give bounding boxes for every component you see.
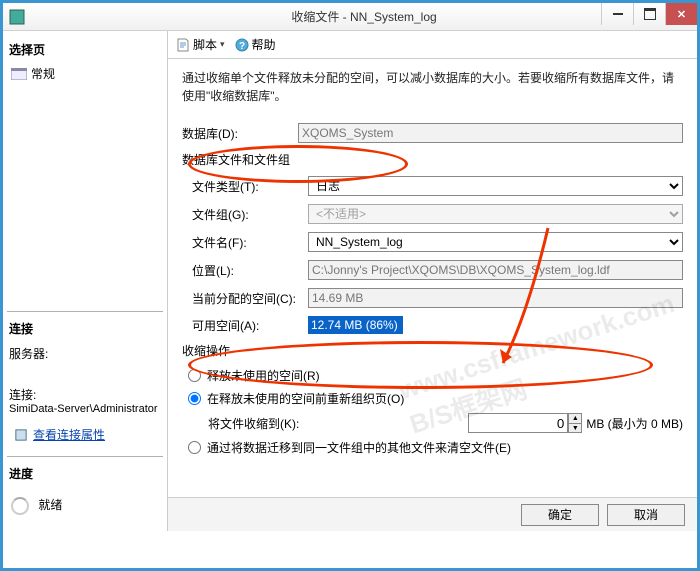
filename-select[interactable]: NN_System_log	[308, 232, 683, 252]
release-space-radio[interactable]	[188, 369, 201, 382]
titlebar: 收缩文件 - NN_System_log ✕	[3, 3, 697, 31]
sidebar-item-general[interactable]: 常规	[7, 62, 163, 85]
minimize-button[interactable]	[601, 3, 633, 25]
status-ready: 就绪	[38, 498, 62, 512]
filetype-select[interactable]: 日志	[308, 176, 683, 196]
script-label: 脚本	[193, 36, 217, 53]
help-icon: ?	[235, 38, 249, 52]
allocated-field	[308, 288, 683, 308]
toolbar: 脚本 ▾ ? 帮助	[168, 31, 697, 59]
description-text: 通过收缩单个文件释放未分配的空间，可以减小数据库的大小。若要收缩所有数据库文件，…	[182, 69, 683, 105]
filegroup-heading: 数据库文件和文件组	[182, 151, 683, 168]
shrinkto-unit: MB (最小为 0 MB)	[586, 415, 683, 432]
select-page-heading: 选择页	[7, 37, 163, 62]
window-title: 收缩文件 - NN_System_log	[31, 8, 697, 25]
app-icon	[9, 9, 25, 25]
filename-label: 文件名(F):	[192, 234, 308, 251]
shrinkto-label: 将文件收缩到(K):	[208, 415, 338, 432]
help-label: 帮助	[252, 36, 276, 53]
filegroup-label: 文件组(G):	[192, 206, 308, 223]
view-connection-props-link[interactable]: 查看连接属性	[33, 426, 105, 443]
empty-file-radio[interactable]	[188, 441, 201, 454]
connection-heading: 连接	[7, 316, 163, 341]
database-field	[298, 123, 683, 143]
help-button[interactable]: ? 帮助	[235, 36, 276, 53]
reorganize-radio[interactable]	[188, 392, 201, 405]
stepper-icon[interactable]: ▲▼	[568, 413, 582, 433]
progress-spinner-icon	[11, 497, 29, 515]
database-label: 数据库(D):	[182, 125, 298, 142]
reorganize-label: 在释放未使用的空间前重新组织页(O)	[207, 390, 404, 407]
close-button[interactable]: ✕	[665, 3, 697, 25]
available-field: 12.74 MB (86%)	[308, 316, 403, 334]
maximize-button[interactable]	[633, 3, 665, 25]
connection-value: SimiData-Server\Administrator	[9, 403, 161, 415]
allocated-label: 当前分配的空间(C):	[192, 290, 308, 307]
release-space-label: 释放未使用的空间(R)	[207, 367, 320, 384]
sidebar-general-label: 常规	[31, 65, 55, 82]
available-label: 可用空间(A):	[192, 317, 308, 334]
connection-label: 连接:	[9, 386, 161, 403]
cancel-button[interactable]: 取消	[607, 504, 685, 526]
shrinkto-field[interactable]	[468, 413, 568, 433]
location-field	[308, 260, 683, 280]
script-button[interactable]: 脚本 ▾	[176, 36, 225, 53]
svg-text:?: ?	[238, 41, 244, 52]
server-value	[9, 362, 161, 376]
filetype-label: 文件类型(T):	[192, 178, 308, 195]
filegroup-select: <不适用>	[308, 204, 683, 224]
empty-file-label: 通过将数据迁移到同一文件组中的其他文件来清空文件(E)	[207, 439, 511, 456]
shrink-heading: 收缩操作	[182, 342, 683, 359]
page-icon	[11, 68, 27, 80]
progress-heading: 进度	[7, 461, 163, 486]
location-label: 位置(L):	[192, 262, 308, 279]
server-label: 服务器:	[9, 345, 161, 362]
sidebar: 选择页 常规 连接 服务器: 连接: SimiData-Server\Admin…	[3, 31, 168, 531]
script-icon	[176, 38, 190, 52]
chevron-down-icon: ▾	[220, 39, 225, 50]
ok-button[interactable]: 确定	[521, 504, 599, 526]
properties-icon	[13, 429, 29, 441]
